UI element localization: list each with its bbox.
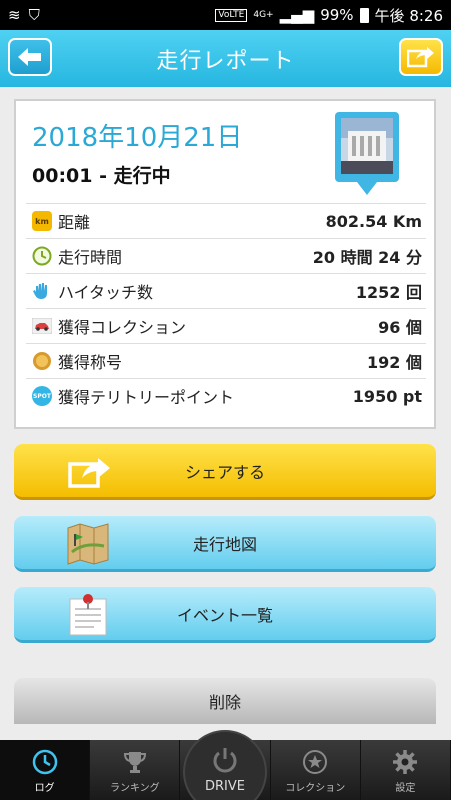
clock-time: 午後 8:26	[374, 6, 443, 25]
notepad-icon	[69, 594, 107, 636]
report-card: 2018年10月21日 00:01 - 走行中 km 距離 802.54 Km …	[14, 99, 436, 429]
page-title: 走行レポート	[156, 48, 295, 74]
share-button-label: シェアする	[184, 462, 265, 482]
stat-value: 802.54 Km	[325, 211, 422, 231]
delete-button[interactable]: 削除	[14, 678, 436, 724]
event-list-button-label: イベント一覧	[176, 605, 273, 625]
nav-tab-log[interactable]: ログ	[0, 740, 91, 800]
header-share-button[interactable]	[399, 38, 443, 76]
bottom-nav: ログ ランキング DRIVE コレクション 設定	[0, 730, 451, 800]
gear-icon	[393, 750, 418, 774]
nav-tab-ranking[interactable]: ランキング	[90, 740, 181, 800]
stat-label: ハイタッチ数	[58, 283, 154, 302]
arrow-left-icon	[18, 48, 41, 66]
stat-row-high-touch: ハイタッチ数 1252 回	[26, 273, 426, 308]
stat-row-distance: km 距離 802.54 Km	[26, 203, 426, 238]
battery-icon	[359, 7, 369, 23]
stat-label: 獲得テリトリーポイント	[58, 388, 235, 407]
delete-button-label: 削除	[208, 693, 241, 712]
battery-percent: 99%	[320, 6, 354, 24]
nav-label: 設定	[395, 783, 416, 794]
clock-icon	[32, 246, 52, 266]
drive-map-button[interactable]: 走行地図	[14, 516, 436, 572]
car-icon	[32, 316, 52, 336]
nav-tab-collection[interactable]: コレクション	[271, 740, 361, 800]
shield-icon: ⛉	[28, 6, 40, 24]
stats-list: km 距離 802.54 Km 走行時間 20 時間 24 分 ハイタッチ数 1…	[26, 203, 426, 413]
stat-value: 192 個	[367, 353, 422, 372]
nav-tab-drive[interactable]: DRIVE	[180, 730, 271, 800]
app-header: 走行レポート	[0, 30, 451, 87]
stat-row-collection: 獲得コレクション 96 個	[26, 308, 426, 343]
stat-row-titles: 獲得称号 192 個	[26, 343, 426, 378]
share-icon	[407, 47, 434, 68]
location-photo-pin-icon[interactable]	[334, 111, 400, 197]
stat-value: 1252 回	[355, 283, 422, 302]
hand-icon	[32, 281, 52, 301]
stat-label: 獲得コレクション	[58, 318, 187, 337]
stat-value: 1950 pt	[352, 386, 422, 406]
stat-label: 走行時間	[58, 248, 123, 267]
share-button[interactable]: シェアする	[14, 444, 436, 500]
nav-label: コレクション	[285, 783, 346, 794]
nav-tab-settings[interactable]: 設定	[361, 740, 451, 800]
nav-label: ランキング	[109, 783, 160, 794]
status-bar: ≋ ⛉ VoLTE 4G+ ▂▄▆ 99% 午後 8:26	[0, 0, 451, 30]
report-date: 2018年10月21日	[32, 123, 243, 153]
report-status: 00:01 - 走行中	[32, 165, 171, 187]
clock-icon	[32, 749, 57, 775]
event-list-button[interactable]: イベント一覧	[14, 587, 436, 643]
nav-label: ログ	[34, 783, 55, 794]
stat-row-territory: SPOT 獲得テリトリーポイント 1950 pt	[26, 378, 426, 413]
star-badge-icon	[303, 750, 328, 774]
stat-label: 距離	[58, 213, 91, 232]
network-type: 4G+	[253, 10, 274, 20]
stat-row-drive-time: 走行時間 20 時間 24 分	[26, 238, 426, 273]
km-icon: km	[32, 211, 52, 231]
spot-icon: SPOT	[32, 386, 52, 406]
stat-label: 獲得称号	[58, 353, 123, 372]
trophy-icon	[123, 752, 146, 773]
stat-value: 96 個	[378, 318, 422, 337]
signal-icon: ▂▄▆	[279, 6, 315, 24]
stat-value: 20 時間 24 分	[312, 248, 422, 267]
back-button[interactable]	[8, 38, 52, 76]
volte-indicator: VoLTE	[215, 8, 248, 22]
nav-label: DRIVE	[205, 779, 245, 794]
nfc-icon: ≋	[8, 6, 21, 24]
share-icon	[68, 458, 110, 488]
drive-map-button-label: 走行地図	[192, 534, 257, 554]
power-icon	[213, 748, 237, 773]
map-icon	[67, 523, 109, 565]
medal-icon	[32, 351, 52, 371]
